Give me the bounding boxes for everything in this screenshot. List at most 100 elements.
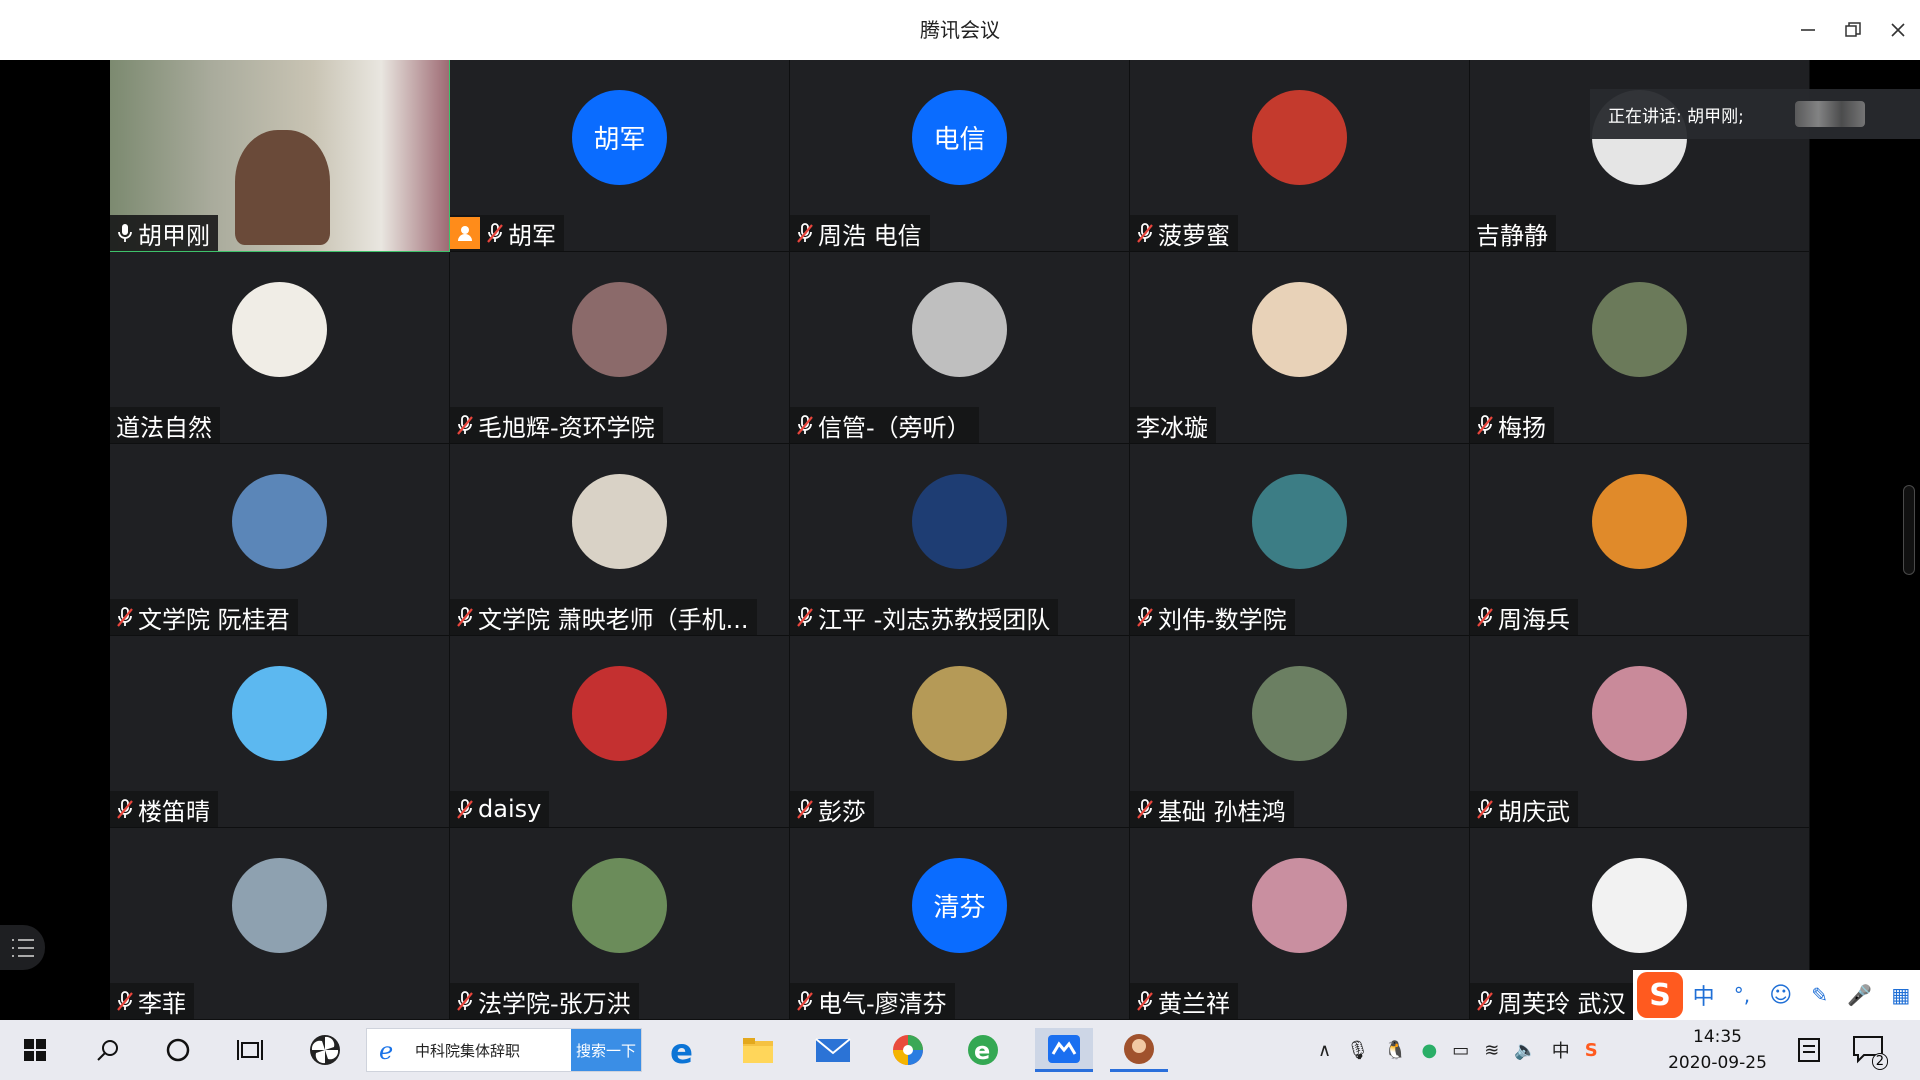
ime-lang-indicator[interactable]: 中 bbox=[1693, 979, 1715, 1011]
browser-search-box[interactable]: e 中科院集体辞职 搜索一下 bbox=[366, 1028, 642, 1072]
participant-tile[interactable]: 文学院 阮桂君 bbox=[110, 444, 450, 636]
participant-tile[interactable]: 清芬电气-廖清芬 bbox=[790, 828, 1130, 1020]
battery-icon[interactable]: ▭ bbox=[1452, 1040, 1469, 1061]
search-taskbar-button[interactable] bbox=[85, 1028, 131, 1072]
close-button[interactable] bbox=[1882, 14, 1914, 46]
mic-muted-icon bbox=[117, 607, 133, 627]
mic-muted-icon bbox=[1137, 991, 1153, 1011]
participant-tile[interactable]: 江平 -刘志苏教授团队 bbox=[790, 444, 1130, 636]
participant-tile[interactable]: 李冰璇 bbox=[1130, 252, 1470, 444]
participant-name: 文学院 萧映老师（手机... bbox=[478, 605, 749, 634]
participant-tile[interactable]: 电信 周浩 电信 bbox=[790, 60, 1130, 252]
participant-tile[interactable]: 胡甲刚 bbox=[110, 60, 450, 252]
show-hidden-icons-icon[interactable]: ∧ bbox=[1318, 1040, 1331, 1061]
participant-name: 毛旭辉-资环学院 bbox=[478, 413, 655, 442]
participant-tile[interactable]: 菠萝蜜 bbox=[1130, 60, 1470, 252]
notes-button[interactable] bbox=[1786, 1028, 1832, 1072]
participant-tile[interactable]: 黄兰祥 bbox=[1130, 828, 1470, 1020]
avatar bbox=[1592, 858, 1687, 953]
clock[interactable]: 14:35 2020-09-25 bbox=[1650, 1024, 1785, 1076]
wifi-icon[interactable]: ≋ bbox=[1484, 1040, 1499, 1061]
sogou-logo-icon[interactable]: S bbox=[1637, 972, 1683, 1018]
list-icon bbox=[11, 938, 34, 957]
participant-tile[interactable]: 文学院 萧映老师（手机... bbox=[450, 444, 790, 636]
grid-icon[interactable]: ▦ bbox=[1891, 983, 1910, 1007]
clock-time: 14:35 bbox=[1693, 1027, 1742, 1047]
mic-muted-icon bbox=[797, 607, 813, 627]
avatar bbox=[232, 666, 327, 761]
qq-icon[interactable]: 🐧 bbox=[1384, 1040, 1406, 1061]
avatar bbox=[572, 474, 667, 569]
task-view-button[interactable] bbox=[227, 1028, 273, 1072]
participant-tile[interactable]: 楼笛晴 bbox=[110, 636, 450, 828]
punctuation-icon[interactable]: °, bbox=[1734, 983, 1750, 1007]
color-app-button[interactable] bbox=[885, 1028, 931, 1072]
name-bar: 梅扬 bbox=[1470, 407, 1554, 443]
participant-name: 江平 -刘志苏教授团队 bbox=[818, 605, 1051, 634]
participant-list-button[interactable] bbox=[0, 925, 45, 970]
emoji-icon[interactable]: ☺ bbox=[1769, 983, 1792, 1008]
pen-icon[interactable]: ✎ bbox=[1811, 983, 1828, 1007]
search-go-button[interactable]: 搜索一下 bbox=[571, 1029, 641, 1071]
participant-name: 梅扬 bbox=[1498, 413, 1546, 442]
participant-tile[interactable]: 基础 孙桂鸿 bbox=[1130, 636, 1470, 828]
tencent-meeting-button[interactable] bbox=[1035, 1028, 1093, 1072]
sogou-tray-icon[interactable]: S bbox=[1585, 1040, 1598, 1061]
participant-tile[interactable]: 信管-（旁听） bbox=[790, 252, 1130, 444]
browser360-button[interactable]: e bbox=[960, 1028, 1006, 1072]
mic-muted-icon bbox=[1137, 607, 1153, 627]
avatar bbox=[912, 282, 1007, 377]
speaking-indicator: 正在讲话: 胡甲刚; bbox=[1590, 89, 1920, 139]
start-button[interactable] bbox=[12, 1028, 58, 1072]
participant-tile[interactable]: 道法自然 bbox=[110, 252, 450, 444]
participant-name: 黄兰祥 bbox=[1158, 989, 1230, 1018]
avatar: 清芬 bbox=[912, 858, 1007, 953]
participant-name: 胡军 bbox=[508, 221, 556, 250]
page-scroll-indicator[interactable] bbox=[1903, 485, 1915, 575]
mic-muted-icon bbox=[117, 799, 133, 819]
search-icon bbox=[97, 1040, 118, 1061]
avatar bbox=[572, 858, 667, 953]
mic-muted-icon bbox=[1477, 799, 1493, 819]
file-explorer-button[interactable] bbox=[735, 1028, 781, 1072]
edge-button[interactable]: e bbox=[660, 1028, 706, 1072]
taskbar: e 中科院集体辞职 搜索一下 e e ∧ 🎙 🐧 ● ▭ ≋ 🔈 中 S 14:… bbox=[0, 1020, 1920, 1080]
avatar bbox=[1252, 90, 1347, 185]
user-app-button[interactable] bbox=[1110, 1028, 1168, 1072]
name-bar: 电气-廖清芬 bbox=[790, 983, 955, 1019]
participant-tile[interactable]: 刘伟-数学院 bbox=[1130, 444, 1470, 636]
restore-button[interactable] bbox=[1837, 14, 1869, 46]
name-bar: 法学院-张万洪 bbox=[450, 983, 639, 1019]
mail-button[interactable] bbox=[810, 1028, 856, 1072]
cortana-button[interactable] bbox=[155, 1028, 201, 1072]
input-method-icon[interactable]: 中 bbox=[1552, 1037, 1570, 1063]
ie-icon: e bbox=[379, 1037, 393, 1063]
participant-tile[interactable]: 彭莎 bbox=[790, 636, 1130, 828]
participant-tile[interactable]: 周海兵 bbox=[1470, 444, 1810, 636]
mic-icon[interactable]: 🎤 bbox=[1847, 983, 1872, 1007]
mic-muted-icon bbox=[797, 799, 813, 819]
participant-tile[interactable]: 胡军 胡军 bbox=[450, 60, 790, 252]
participant-tile[interactable]: 李菲 bbox=[110, 828, 450, 1020]
microphone-tray-icon[interactable]: 🎙 bbox=[1346, 1040, 1369, 1061]
participant-tile[interactable]: 毛旭辉-资环学院 bbox=[450, 252, 790, 444]
participant-tile[interactable]: 法学院-张万洪 bbox=[450, 828, 790, 1020]
mic-muted-icon bbox=[797, 415, 813, 435]
system-tray: ∧ 🎙 🐧 ● ▭ ≋ 🔈 中 S bbox=[1318, 1020, 1638, 1080]
participant-tile[interactable]: 胡庆武 bbox=[1470, 636, 1810, 828]
participant-tile[interactable]: daisy bbox=[450, 636, 790, 828]
mic-muted-icon bbox=[1137, 223, 1153, 243]
minimize-button[interactable] bbox=[1792, 14, 1824, 46]
app-pinwheel-button[interactable] bbox=[302, 1028, 348, 1072]
name-bar: 彭莎 bbox=[790, 791, 874, 827]
volume-icon[interactable]: 🔈 bbox=[1514, 1040, 1536, 1061]
participant-tile[interactable]: 梅扬 bbox=[1470, 252, 1810, 444]
avatar bbox=[1252, 282, 1347, 377]
wechat-icon[interactable]: ● bbox=[1421, 1040, 1437, 1061]
mic-muted-icon bbox=[457, 799, 473, 819]
person-silhouette bbox=[235, 130, 330, 245]
avatar-initials: 电信 bbox=[933, 125, 986, 155]
action-center-button[interactable]: 2 bbox=[1846, 1028, 1892, 1072]
windows-logo-icon bbox=[24, 1039, 46, 1061]
name-bar: 基础 孙桂鸿 bbox=[1130, 791, 1294, 827]
